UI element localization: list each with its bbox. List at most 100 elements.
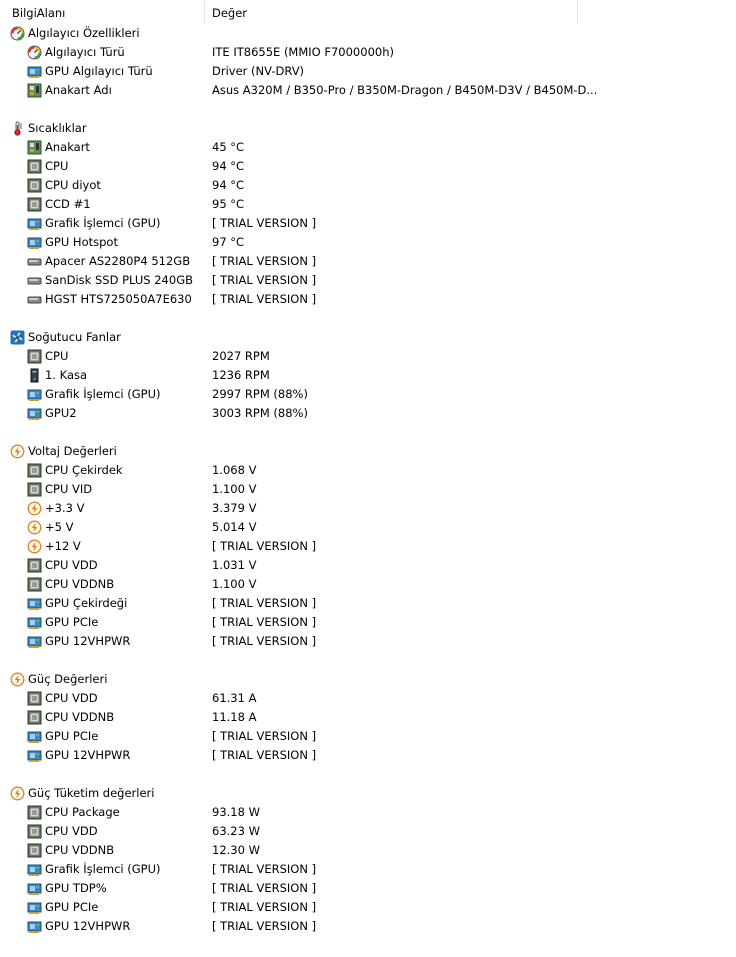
list-item[interactable]: CPU VDD 63.23 W — [0, 822, 736, 841]
item-label: +5 V — [45, 520, 74, 534]
list-item[interactable]: GPU 12VHPWR [ TRIAL VERSION ] — [0, 632, 736, 651]
list-item[interactable]: Apacer AS2280P4 512GB [ TRIAL VERSION ] — [0, 252, 736, 271]
item-label: CPU VDDNB — [45, 843, 115, 857]
gpu-card-icon — [27, 900, 42, 915]
section-header-sicakliklar[interactable]: Sıcaklıklar — [0, 119, 736, 138]
pc-case-icon — [27, 368, 42, 383]
voltage-bolt-icon — [10, 786, 25, 801]
item-value: [ TRIAL VERSION ] — [212, 539, 317, 553]
list-item[interactable]: CPU Package 93.18 W — [0, 803, 736, 822]
list-item[interactable]: HGST HTS725050A7E630 [ TRIAL VERSION ] — [0, 290, 736, 309]
list-item[interactable]: CPU Çekirdek 1.068 V — [0, 461, 736, 480]
list-item[interactable]: GPU PCIe [ TRIAL VERSION ] — [0, 727, 736, 746]
gpu-card-icon — [27, 919, 42, 934]
cpu-chip-icon — [27, 178, 42, 193]
list-item[interactable]: CPU VDDNB 11.18 A — [0, 708, 736, 727]
section-title: Soğutucu Fanlar — [28, 330, 121, 344]
list-item[interactable]: GPU 12VHPWR [ TRIAL VERSION ] — [0, 917, 736, 936]
list-item[interactable]: CPU VDD 61.31 A — [0, 689, 736, 708]
item-value: [ TRIAL VERSION ] — [212, 216, 317, 230]
list-item[interactable]: CPU VDDNB 12.30 W — [0, 841, 736, 860]
item-label: GPU 12VHPWR — [45, 919, 131, 933]
cpu-chip-icon — [27, 805, 42, 820]
item-label: GPU PCIe — [45, 615, 99, 629]
list-item[interactable]: CPU VDD 1.031 V — [0, 556, 736, 575]
gpu-card-icon — [27, 235, 42, 250]
item-label: GPU 12VHPWR — [45, 634, 131, 648]
item-label: Anakart — [45, 140, 90, 154]
list-item[interactable]: CPU VID 1.100 V — [0, 480, 736, 499]
list-item[interactable]: +12 V [ TRIAL VERSION ] — [0, 537, 736, 556]
item-label: CPU — [45, 159, 69, 173]
list-item[interactable]: SanDisk SSD PLUS 240GB [ TRIAL VERSION ] — [0, 271, 736, 290]
item-value: [ TRIAL VERSION ] — [212, 919, 317, 933]
cpu-chip-icon — [27, 824, 42, 839]
section-header-guc-tuketim-degerleri[interactable]: Güç Tüketim değerleri — [0, 784, 736, 803]
item-value: 97 °C — [212, 235, 245, 249]
item-value: [ TRIAL VERSION ] — [212, 862, 317, 876]
motherboard-icon — [27, 140, 42, 155]
section-header-guc-degerleri[interactable]: Güç Değerleri — [0, 670, 736, 689]
item-label: CPU VDDNB — [45, 577, 115, 591]
list-item[interactable]: Algılayıcı Türü ITE IT8655E (MMIO F700000… — [0, 43, 736, 62]
cpu-chip-icon — [27, 710, 42, 725]
voltage-bolt-icon — [10, 444, 25, 459]
section-title: Güç Tüketim değerleri — [28, 786, 155, 800]
item-label: CPU VDDNB — [45, 710, 115, 724]
item-value: [ TRIAL VERSION ] — [212, 273, 317, 287]
list-item[interactable]: CCD #1 95 °C — [0, 195, 736, 214]
list-item[interactable]: GPU2 3003 RPM (88%) — [0, 404, 736, 423]
gpu-card-icon — [27, 881, 42, 896]
column-header-field[interactable]: BilgiAlanı — [0, 0, 205, 24]
list-item[interactable]: Anakart 45 °C — [0, 138, 736, 157]
gpu-card-icon — [27, 64, 42, 79]
item-label: GPU Hotspot — [45, 235, 118, 249]
section-header-voltaj-degerleri[interactable]: Voltaj Değerleri — [0, 442, 736, 461]
item-value: 1236 RPM — [212, 368, 270, 382]
gpu-card-icon — [27, 634, 42, 649]
list-item[interactable]: CPU 94 °C — [0, 157, 736, 176]
section-header-sogutucu-fanlar[interactable]: Soğutucu Fanlar — [0, 328, 736, 347]
item-value: Driver (NV-DRV) — [212, 64, 305, 78]
item-value: 93.18 W — [212, 805, 260, 819]
list-item[interactable]: GPU PCIe [ TRIAL VERSION ] — [0, 613, 736, 632]
item-label: Grafik İşlemci (GPU) — [45, 862, 161, 876]
item-label: Grafik İşlemci (GPU) — [45, 216, 161, 230]
list-item[interactable]: CPU VDDNB 1.100 V — [0, 575, 736, 594]
list-item[interactable]: GPU Çekirdeği [ TRIAL VERSION ] — [0, 594, 736, 613]
column-header-value[interactable]: Değer — [206, 0, 578, 24]
list-item[interactable]: Grafik İşlemci (GPU) [ TRIAL VERSION ] — [0, 214, 736, 233]
section-header-algilayici-ozellikleri[interactable]: Algılayıcı Özellikleri — [0, 24, 736, 43]
fan-icon — [10, 330, 25, 345]
item-label: CPU Çekirdek — [45, 463, 123, 477]
sensor-list: Algılayıcı Özellikleri Algılayıcı Türü ITE… — [0, 24, 736, 936]
section-title: Güç Değerleri — [28, 672, 108, 686]
item-label: CPU VDD — [45, 691, 98, 705]
list-item[interactable]: GPU PCIe [ TRIAL VERSION ] — [0, 898, 736, 917]
gpu-card-icon — [27, 729, 42, 744]
item-label: Apacer AS2280P4 512GB — [45, 254, 191, 268]
item-value: 63.23 W — [212, 824, 260, 838]
list-item[interactable]: GPU 12VHPWR [ TRIAL VERSION ] — [0, 746, 736, 765]
item-label: +12 V — [45, 539, 81, 553]
gpu-card-icon — [27, 406, 42, 421]
item-label: GPU2 — [45, 406, 77, 420]
list-item[interactable]: GPU Hotspot 97 °C — [0, 233, 736, 252]
item-label: SanDisk SSD PLUS 240GB — [45, 273, 193, 287]
list-item[interactable]: 1. Kasa 1236 RPM — [0, 366, 736, 385]
list-item[interactable]: CPU diyot 94 °C — [0, 176, 736, 195]
list-item[interactable]: +5 V 5.014 V — [0, 518, 736, 537]
item-label: GPU PCIe — [45, 900, 99, 914]
list-item[interactable]: Grafik İşlemci (GPU) [ TRIAL VERSION ] — [0, 860, 736, 879]
list-item[interactable]: Anakart Adı Asus A320M / B350-Pro / B350M… — [0, 81, 736, 100]
item-label: Grafik İşlemci (GPU) — [45, 387, 161, 401]
gpu-card-icon — [27, 596, 42, 611]
cpu-chip-icon — [27, 349, 42, 364]
list-item[interactable]: CPU 2027 RPM — [0, 347, 736, 366]
list-item[interactable]: GPU Algılayıcı Türü Driver (NV-DRV) — [0, 62, 736, 81]
list-item[interactable]: GPU TDP% [ TRIAL VERSION ] — [0, 879, 736, 898]
list-item[interactable]: +3.3 V 3.379 V — [0, 499, 736, 518]
list-item[interactable]: Grafik İşlemci (GPU) 2997 RPM (88%) — [0, 385, 736, 404]
voltage-bolt-icon — [27, 520, 42, 535]
